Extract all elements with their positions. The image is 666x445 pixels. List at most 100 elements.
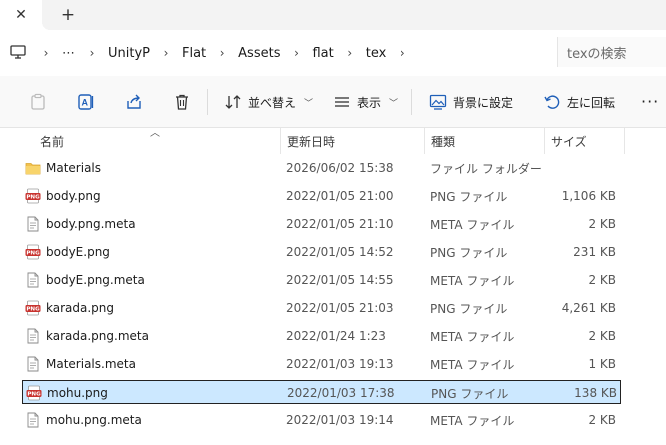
set-as-wallpaper-label: 背景に設定 <box>453 95 514 110</box>
file-size: 2 KB <box>588 217 616 231</box>
chevron-right-icon[interactable]: › <box>156 46 176 60</box>
address-bar: › ⋯ › UnityP › Flat › Assets › flat › te… <box>0 30 666 76</box>
file-type: PNG ファイル <box>431 386 509 401</box>
view-icon <box>335 97 349 107</box>
file-row[interactable]: PNG bodyE.png 2022/01/05 14:52 PNG ファイル 231 … <box>22 240 621 264</box>
column-divider[interactable] <box>280 128 281 154</box>
breadcrumb-item-flat[interactable]: Flat <box>176 46 212 61</box>
file-name: karada.png.meta <box>46 329 149 343</box>
column-header-name[interactable]: 名前 <box>40 128 64 154</box>
file-name: bodyE.png.meta <box>46 273 145 287</box>
file-date: 2022/01/24 1:23 <box>286 329 386 343</box>
breadcrumb-item-flat-lower[interactable]: flat <box>306 46 339 61</box>
sort-ascending-icon: ︿ <box>150 128 160 139</box>
file-type: PNG ファイル <box>430 301 508 316</box>
file-row[interactable]: Materials 2026/06/02 15:38 ファイル フォルダー <box>22 156 621 180</box>
file-type: META ファイル <box>430 357 515 372</box>
breadcrumb: › ⋯ › UnityP › Flat › Assets › flat › te… <box>36 30 412 76</box>
chevron-right-icon[interactable]: › <box>392 46 412 60</box>
file-row[interactable]: PNG body.png 2022/01/05 21:00 PNG ファイル 1,106… <box>22 184 621 208</box>
file-name: mohu.png <box>47 386 108 400</box>
more-options-button[interactable]: ··· <box>641 92 659 111</box>
file-type: META ファイル <box>430 273 515 288</box>
file-type: PNG ファイル <box>430 245 508 260</box>
svg-text:PNG: PNG <box>26 251 40 257</box>
file-size: 2 KB <box>588 329 616 343</box>
file-row[interactable]: PNG mohu.png 2022/01/03 17:38 PNG ファイル 138 K… <box>22 380 621 404</box>
close-icon: ✕ <box>15 7 27 23</box>
sort-icon <box>225 95 241 109</box>
file-row[interactable]: PNG karada.png 2022/01/05 21:03 PNG ファイル 4,2… <box>22 296 621 320</box>
svg-text:A: A <box>82 98 89 108</box>
document-icon <box>27 328 39 344</box>
paste-icon[interactable] <box>29 93 47 111</box>
share-icon[interactable] <box>125 93 143 111</box>
chevron-right-icon[interactable]: › <box>212 46 232 60</box>
file-row[interactable]: mohu.png.meta 2022/01/03 19:14 META ファイル 2 … <box>22 408 621 432</box>
rotate-left-button[interactable]: 左に回転 <box>543 76 615 128</box>
svg-text:PNG: PNG <box>26 307 40 313</box>
breadcrumb-item-tex[interactable]: tex <box>360 46 393 61</box>
tab-strip: ✕ + <box>0 0 666 30</box>
file-type: META ファイル <box>430 217 515 232</box>
file-type: META ファイル <box>430 329 515 344</box>
png-file-icon: PNG <box>26 385 42 401</box>
chevron-right-icon[interactable]: › <box>36 46 56 60</box>
computer-icon[interactable] <box>10 44 26 60</box>
column-header-date[interactable]: 更新日時 <box>287 128 335 154</box>
column-header-size[interactable]: サイズ <box>551 128 587 154</box>
close-tab-button[interactable]: ✕ <box>0 0 50 30</box>
file-row[interactable]: karada.png.meta 2022/01/24 1:23 META ファイル 2… <box>22 324 621 348</box>
toolbar-divider <box>207 89 208 115</box>
set-as-wallpaper-button[interactable]: 背景に設定 <box>429 76 513 128</box>
file-date: 2022/01/03 19:14 <box>286 413 394 427</box>
file-size: 1 KB <box>588 357 616 371</box>
file-row[interactable]: body.png.meta 2022/01/05 21:10 META ファイル 2 … <box>22 212 621 236</box>
new-tab-button[interactable]: + <box>56 0 80 30</box>
chevron-right-icon[interactable]: › <box>286 46 306 60</box>
file-name: bodyE.png <box>46 245 110 259</box>
command-bar: A 並べ替え ﹀ 表示 ﹀ 背景に設定 左に回転 ··· <box>0 76 666 128</box>
document-icon <box>27 412 39 428</box>
file-type: ファイル フォルダー <box>430 161 542 176</box>
chevron-down-icon: ﹀ <box>304 98 314 109</box>
column-divider[interactable] <box>424 128 425 154</box>
chevron-right-icon[interactable]: › <box>340 46 360 60</box>
file-row[interactable]: bodyE.png.meta 2022/01/05 14:55 META ファイル 2… <box>22 268 621 292</box>
document-icon <box>27 272 39 288</box>
file-size: 2 KB <box>588 273 616 287</box>
file-size: 1,106 KB <box>561 189 616 203</box>
chevron-down-icon: ﹀ <box>389 98 399 109</box>
png-file-icon: PNG <box>25 244 41 260</box>
sort-button[interactable]: 並べ替え ﹀ <box>224 76 313 128</box>
file-date: 2022/01/03 17:38 <box>287 386 395 400</box>
file-name: mohu.png.meta <box>46 413 142 427</box>
rotate-left-label: 左に回転 <box>567 95 616 110</box>
png-file-icon: PNG <box>25 188 41 204</box>
list-header: ︿ 名前 更新日時 種類 サイズ <box>0 128 666 154</box>
column-divider[interactable] <box>544 128 545 154</box>
file-row[interactable]: Materials.meta 2022/01/03 19:13 META ファイル 1… <box>22 352 621 376</box>
view-label: 表示 <box>357 95 382 110</box>
view-button[interactable]: 表示 ﹀ <box>333 76 398 128</box>
breadcrumb-more-button[interactable]: ⋯ <box>56 46 82 61</box>
file-type: PNG ファイル <box>430 189 508 204</box>
file-date: 2022/01/03 19:13 <box>286 357 394 371</box>
file-name: body.png.meta <box>46 217 136 231</box>
sort-label: 並べ替え <box>248 95 297 110</box>
rename-icon[interactable]: A <box>77 93 95 111</box>
file-date: 2022/01/05 21:00 <box>286 189 394 203</box>
rotate-left-icon <box>544 95 560 109</box>
column-divider[interactable] <box>624 128 625 154</box>
breadcrumb-item-unityp[interactable]: UnityP <box>102 46 156 61</box>
toolbar-divider <box>411 89 412 115</box>
file-name: body.png <box>46 189 101 203</box>
breadcrumb-item-assets[interactable]: Assets <box>232 46 286 61</box>
chevron-right-icon[interactable]: › <box>82 46 102 60</box>
search-input[interactable]: texの検索 <box>557 37 666 67</box>
file-date: 2022/01/05 21:10 <box>286 217 394 231</box>
column-header-type[interactable]: 種類 <box>431 128 455 154</box>
trash-icon[interactable] <box>173 93 191 111</box>
file-type: META ファイル <box>430 413 515 428</box>
file-size: 231 KB <box>573 245 616 259</box>
